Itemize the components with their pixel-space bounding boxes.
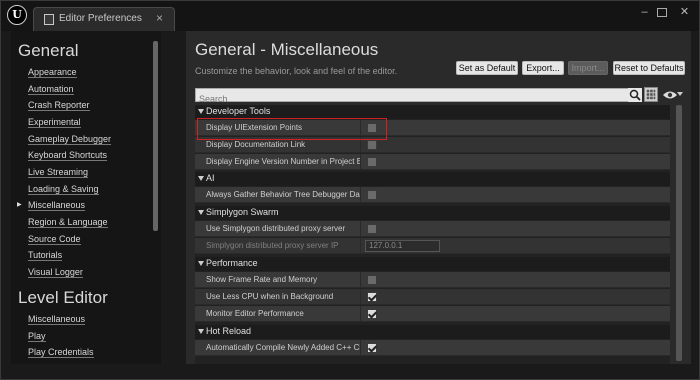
setting-label: Always Gather Behavior Tree Debugger Dat…: [206, 190, 360, 199]
category-performance[interactable]: Performance: [195, 257, 670, 271]
tab-title: Editor Preferences: [59, 13, 142, 24]
category-simplygon-swarm[interactable]: Simplygon Swarm: [195, 206, 670, 220]
eye-icon[interactable]: [662, 89, 678, 101]
setting-row-display-engine-version: Display Engine Version Number in Project…: [195, 154, 670, 170]
row-divider: [360, 306, 361, 322]
collapse-arrow-icon: [198, 210, 204, 215]
view-options-caret-icon[interactable]: [677, 92, 683, 96]
grid-view-icon[interactable]: [644, 87, 658, 102]
category-label: AI: [206, 173, 215, 183]
category-ai[interactable]: AI: [195, 172, 670, 186]
category-label: Performance: [206, 258, 258, 268]
setting-row-monitor-editor-performance: Monitor Editor Performance: [195, 306, 670, 322]
setting-row-use-simplygon-proxy-server: Use Simplygon distributed proxy server: [195, 221, 670, 237]
row-divider: [360, 187, 361, 203]
nav-item-experimental[interactable]: Experimental: [28, 115, 81, 129]
setting-label: Use Simplygon distributed proxy server: [206, 224, 346, 233]
details-scrollbar[interactable]: [676, 105, 682, 361]
category-hot-reload[interactable]: Hot Reload: [195, 325, 670, 339]
row-divider: [360, 289, 361, 305]
setting-row-use-less-cpu: Use Less CPU when in Background: [195, 289, 670, 305]
checkbox-always-gather-bt-debugger-data[interactable]: [367, 190, 377, 200]
collapse-arrow-icon: [198, 176, 204, 181]
section-title-level-editor: Level Editor: [18, 288, 108, 307]
nav-item-loading-saving[interactable]: Loading & Saving: [28, 182, 99, 196]
editor-preferences-window: U Editor Preferences × – ✕ General Appea…: [0, 0, 700, 380]
nav-item-crash-reporter[interactable]: Crash Reporter: [28, 98, 90, 112]
page-subtitle: Customize the behavior, look and feel of…: [195, 66, 398, 76]
collapse-arrow-icon: [198, 261, 204, 266]
nav-item-visual-logger[interactable]: Visual Logger: [28, 265, 83, 279]
document-icon: [44, 14, 54, 25]
row-divider: [360, 221, 361, 237]
row-divider: [360, 154, 361, 170]
category-label: Simplygon Swarm: [206, 207, 279, 217]
setting-row-simplygon-proxy-server-ip: Simplygon distributed proxy server IP 12…: [195, 238, 670, 254]
maximize-button[interactable]: [657, 8, 667, 17]
nav-item-live-streaming[interactable]: Live Streaming: [28, 165, 89, 179]
import-button[interactable]: Import...: [568, 61, 608, 75]
checkbox-use-less-cpu[interactable]: [367, 292, 377, 302]
selected-bullet-icon: ▶: [17, 202, 22, 208]
category-label: Hot Reload: [206, 326, 252, 336]
reset-to-defaults-button[interactable]: Reset to Defaults: [613, 61, 685, 75]
checkbox-show-frame-rate-memory[interactable]: [367, 275, 377, 285]
setting-label: Simplygon distributed proxy server IP: [206, 241, 339, 250]
minimize-button[interactable]: –: [637, 5, 652, 19]
setting-label: Display Documentation Link: [206, 140, 306, 149]
setting-label: Monitor Editor Performance: [206, 309, 304, 318]
checkbox-auto-compile-new-classes[interactable]: [367, 343, 377, 353]
tab-close-icon[interactable]: ×: [156, 11, 163, 25]
category-developer-tools[interactable]: Developer Tools: [195, 105, 670, 119]
nav-item-region-language[interactable]: Region & Language: [28, 215, 108, 229]
collapse-arrow-icon: [198, 329, 204, 334]
search-box[interactable]: [195, 88, 632, 105]
highlight-annotation: [197, 118, 387, 140]
page-title: General - Miscellaneous: [195, 40, 379, 59]
checkbox-monitor-editor-performance[interactable]: [367, 309, 377, 319]
nav-item-keyboard-shortcuts[interactable]: Keyboard Shortcuts: [28, 148, 108, 162]
setting-label: Automatically Compile Newly Added C++ Cl…: [206, 343, 360, 352]
setting-label: Use Less CPU when in Background: [206, 292, 334, 301]
settings-nav-panel: General Appearance Automation Crash Repo…: [11, 31, 161, 364]
nav-item-gameplay-debugger[interactable]: Gameplay Debugger: [28, 132, 112, 146]
nav-item-appearance[interactable]: Appearance: [28, 65, 77, 79]
nav-item-miscellaneous[interactable]: Miscellaneous: [28, 198, 86, 212]
section-title-general: General: [18, 41, 79, 60]
category-label: Developer Tools: [206, 106, 271, 116]
settings-main-panel: General - Miscellaneous Customize the be…: [186, 31, 691, 364]
checkbox-use-simplygon-proxy-server[interactable]: [367, 224, 377, 234]
set-as-default-button[interactable]: Set as Default: [456, 61, 518, 75]
export-button[interactable]: Export...: [522, 61, 564, 75]
checkbox-display-engine-version[interactable]: [367, 157, 377, 167]
setting-label: Display Engine Version Number in Project…: [206, 157, 360, 166]
nav-item-play[interactable]: Play: [28, 329, 46, 343]
proxy-server-ip-field[interactable]: 127.0.0.1: [365, 240, 440, 252]
setting-row-always-gather-bt-debugger-data: Always Gather Behavior Tree Debugger Dat…: [195, 187, 670, 203]
details-panel: Developer Tools Display UIExtension Poin…: [195, 105, 670, 364]
checkbox-display-documentation-link[interactable]: [367, 140, 377, 150]
collapse-arrow-icon: [198, 109, 204, 114]
setting-row-auto-compile-new-classes: Automatically Compile Newly Added C++ Cl…: [195, 340, 670, 356]
unreal-logo-icon: U: [7, 5, 27, 25]
close-window-button[interactable]: ✕: [677, 5, 692, 19]
search-input[interactable]: [196, 93, 631, 105]
row-divider: [360, 272, 361, 288]
row-divider: [360, 238, 361, 254]
setting-row-show-frame-rate-memory: Show Frame Rate and Memory: [195, 272, 670, 288]
nav-scrollbar[interactable]: [153, 41, 158, 231]
editor-preferences-tab[interactable]: Editor Preferences ×: [33, 7, 175, 31]
nav-item-tutorials[interactable]: Tutorials: [28, 248, 63, 262]
setting-label: Show Frame Rate and Memory: [206, 275, 318, 284]
search-icon[interactable]: [628, 88, 642, 102]
nav-item-play-credentials[interactable]: Play Credentials: [28, 345, 94, 359]
nav-item-automation[interactable]: Automation: [28, 82, 74, 96]
title-bar: U Editor Preferences × – ✕: [1, 1, 699, 31]
row-divider: [360, 340, 361, 356]
nav-item-level-miscellaneous[interactable]: Miscellaneous: [28, 312, 86, 326]
nav-item-source-code[interactable]: Source Code: [28, 232, 81, 246]
